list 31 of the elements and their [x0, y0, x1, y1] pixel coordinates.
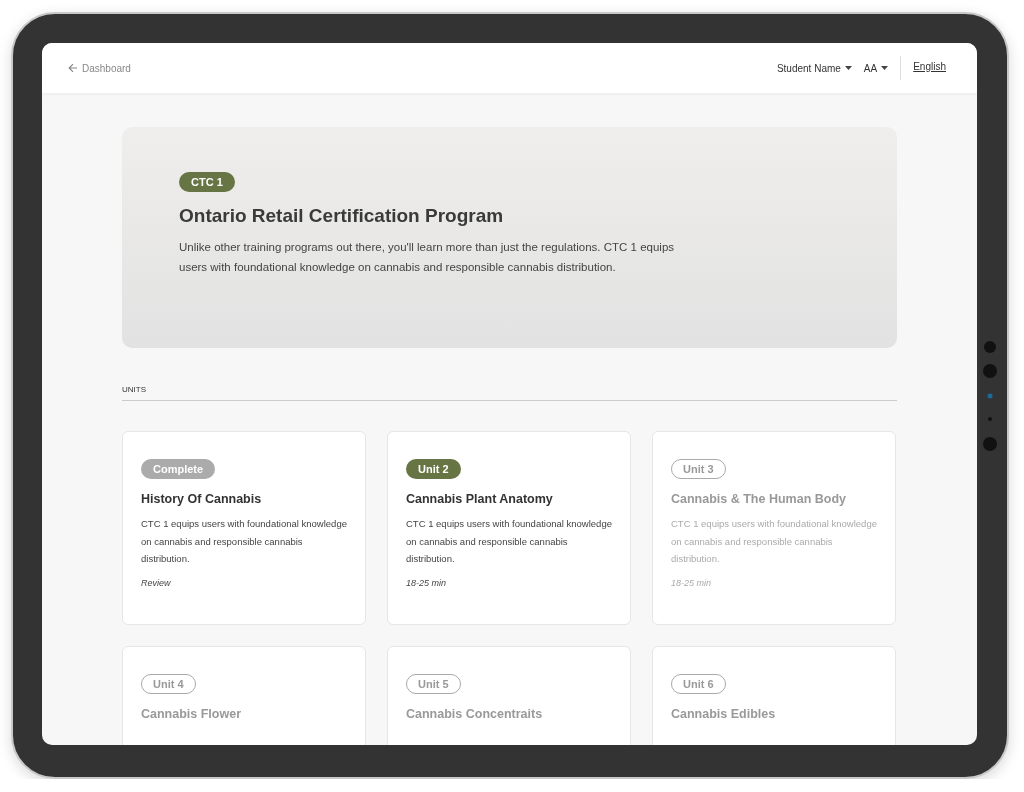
unit-description: CTC 1 equips users with foundational knowledge on cannabis and responsible cannabis distribution. — [141, 517, 347, 566]
back-arrow-icon — [68, 63, 78, 73]
unit-badge: Unit 4 — [141, 674, 196, 694]
unit-title: Cannabis Concentraits — [406, 707, 544, 721]
unit-description: CTC 1 equips users with foundational knowledge on cannabis and responsible cannabis distribution. — [406, 517, 612, 566]
text-size-menu[interactable]: AA — [863, 62, 889, 74]
unit-card[interactable]: Unit 2 Cannabis Plant Anatomy CTC 1 equips users with foundational knowledge on cannabis and responsible cannabis distribution. 18-25 min — [387, 431, 631, 625]
unit-title: Cannabis & The Human Body — [671, 492, 848, 506]
unit-badge: Unit 2 — [406, 459, 461, 479]
unit-title: History Of Cannabis — [141, 492, 263, 506]
program-title: Ontario Retail Certification Program — [179, 205, 505, 227]
unit-badge: Unit 6 — [671, 674, 726, 694]
unit-title: Cannabis Edibles — [671, 707, 777, 721]
caret-icon — [844, 66, 852, 70]
back-link[interactable]: Dashboard — [68, 62, 131, 74]
review-label: Review — [141, 577, 172, 588]
program-badge: CTC 1 — [179, 172, 235, 192]
unit-title: Cannabis Flower — [141, 707, 243, 721]
caret-icon — [881, 66, 889, 70]
duration-label: 18-25 min — [406, 577, 448, 588]
unit-badge: Complete — [141, 459, 216, 479]
program-description: Unlike other training programs out there, you'll learn more than just the regulations. CTC 1 equips users with foundational knowledge on cannabis and responsible cannabis distribution. — [179, 240, 676, 275]
unit-badge: Unit 5 — [406, 674, 461, 694]
user-menu[interactable]: Student Name — [776, 62, 852, 74]
unit-card[interactable]: Complete History Of Cannabis CTC 1 equips users with foundational knowledge on cannabis and responsible cannabis distribution. Review — [122, 431, 366, 625]
unit-title: Cannabis Plant Anatomy — [406, 492, 554, 506]
units-heading: UNITS — [122, 385, 897, 401]
duration-label: 18-25 min — [671, 577, 713, 588]
unit-badge: Unit 3 — [671, 459, 726, 479]
language-link[interactable]: English — [913, 61, 946, 75]
unit-description: CTC 1 equips users with foundational knowledge on cannabis and responsible cannabis distribution. — [671, 517, 877, 566]
